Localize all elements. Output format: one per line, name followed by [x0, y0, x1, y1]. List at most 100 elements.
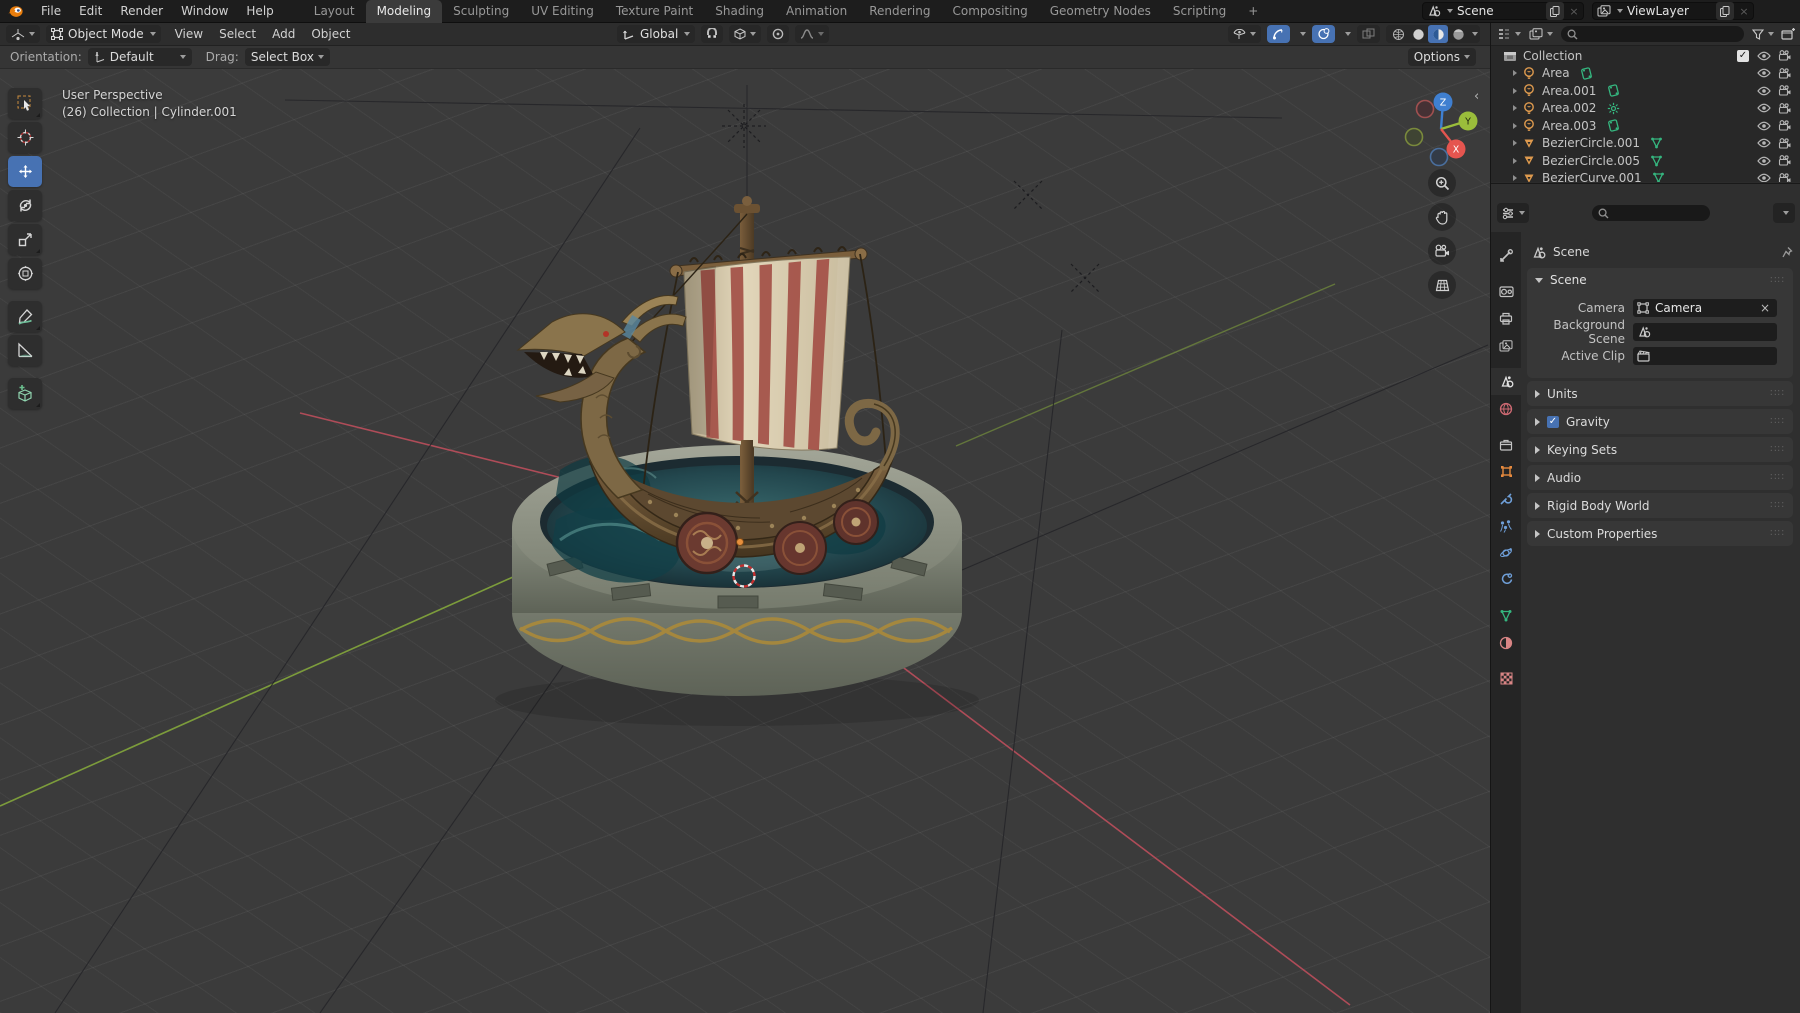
tool-annotate[interactable] [8, 301, 42, 332]
hide-in-viewport-eye-icon[interactable] [1757, 86, 1771, 96]
outliner-row[interactable]: BezierCircle.005 ✓ [1491, 152, 1800, 170]
outliner-row[interactable]: Area ✓ [1491, 65, 1800, 83]
tool-cursor[interactable] [8, 122, 42, 153]
shading-solid-icon[interactable] [1408, 25, 1428, 43]
tab-render-properties[interactable] [1491, 278, 1521, 305]
navigation-gizmo[interactable]: Z Y X [1398, 92, 1486, 180]
camera-view-button[interactable] [1428, 237, 1456, 265]
object-visibility-dropdown[interactable] [1228, 25, 1261, 43]
workspace-tab[interactable]: Shading [704, 0, 775, 23]
expand-arrow-icon[interactable] [1513, 175, 1517, 181]
tab-material-properties[interactable] [1491, 629, 1521, 656]
tab-modifier-properties[interactable] [1491, 485, 1521, 512]
viewport-menu-item[interactable]: View [167, 24, 211, 44]
editor-type-outliner-button[interactable] [1497, 28, 1521, 40]
disable-in-render-camera-icon[interactable] [1778, 50, 1791, 61]
workspace-tab[interactable]: Layout [303, 0, 366, 23]
outliner-row[interactable]: BezierCircle.001 ✓ [1491, 135, 1800, 153]
collapsed-panel[interactable]: ✓ Audio ∷∷ [1527, 465, 1793, 490]
editor-type-properties-button[interactable] [1497, 203, 1529, 223]
property-field[interactable]: × [1633, 347, 1777, 365]
menu-item[interactable]: Edit [70, 1, 111, 21]
clear-button[interactable]: × [1757, 301, 1773, 315]
hide-in-viewport-eye-icon[interactable] [1757, 51, 1771, 61]
expand-arrow-icon[interactable] [1513, 70, 1517, 76]
drag-handle[interactable]: ∷∷ [1770, 388, 1785, 399]
disable-in-render-camera-icon[interactable] [1778, 120, 1791, 131]
new-collection-button[interactable] [1781, 28, 1795, 41]
outliner-row[interactable]: BezierCurve.001 ✓ [1491, 170, 1800, 183]
menu-item[interactable]: Help [237, 1, 282, 21]
collapsed-panel[interactable]: ✓ Keying Sets ∷∷ [1527, 437, 1793, 462]
zoom-button[interactable] [1428, 169, 1456, 197]
menu-item[interactable]: Window [172, 1, 237, 21]
tool-move[interactable] [8, 156, 42, 187]
viewport-menu-item[interactable]: Add [264, 24, 303, 44]
tab-tool-properties[interactable] [1491, 242, 1521, 269]
tab-collection-properties[interactable] [1491, 431, 1521, 458]
tool-transform[interactable] [8, 258, 42, 289]
tool-add-cube[interactable] [8, 378, 42, 409]
drag-handle[interactable]: ∷∷ [1770, 444, 1785, 455]
hide-in-viewport-eye-icon[interactable] [1757, 173, 1771, 182]
expand-arrow-icon[interactable] [1513, 123, 1517, 129]
properties-options-dropdown[interactable] [1773, 203, 1795, 223]
overlays-toggle[interactable] [1312, 25, 1335, 43]
tab-world-properties[interactable] [1491, 395, 1521, 422]
hide-in-viewport-eye-icon[interactable] [1757, 138, 1771, 148]
drag-handle[interactable]: ∷∷ [1770, 500, 1785, 511]
editor-type-3d-viewport-button[interactable] [6, 25, 40, 43]
options-dropdown[interactable]: Options [1408, 48, 1476, 66]
gizmo-negative-y[interactable] [1406, 129, 1423, 146]
workspace-tab[interactable]: Modeling [366, 0, 443, 23]
gizmo-negative-z[interactable] [1431, 149, 1448, 166]
gizmo-negative-x[interactable] [1417, 101, 1434, 118]
outliner-row[interactable]: Collection ✓ [1491, 47, 1800, 65]
disable-in-render-camera-icon[interactable] [1778, 155, 1791, 166]
remove-viewlayer-button[interactable]: × [1735, 2, 1753, 20]
tool-measure[interactable] [8, 335, 42, 366]
tab-scene-properties[interactable] [1491, 368, 1521, 395]
shading-wireframe-icon[interactable] [1388, 25, 1408, 43]
scene-name[interactable]: Scene [1453, 4, 1545, 18]
property-field[interactable]: Camera × [1633, 299, 1777, 317]
tab-physics-properties[interactable] [1491, 539, 1521, 566]
pin-icon[interactable] [1781, 246, 1793, 259]
tool-scale[interactable] [8, 224, 42, 255]
workspace-tab[interactable]: UV Editing [520, 0, 605, 23]
viewport-menu-item[interactable]: Select [211, 24, 264, 44]
workspace-tab[interactable]: + [1237, 0, 1269, 23]
sidebar-collapse-arrow[interactable]: ‹ [1474, 89, 1479, 104]
tab-texture-properties[interactable] [1491, 665, 1521, 692]
pan-hand-button[interactable] [1428, 203, 1456, 231]
proportional-editing-icon[interactable] [767, 25, 789, 43]
menu-item[interactable]: File [32, 1, 70, 21]
tool-select-box[interactable] [8, 88, 42, 119]
panel-checkbox[interactable]: ✓ [1547, 416, 1559, 428]
disable-in-render-camera-icon[interactable] [1778, 85, 1791, 96]
property-field[interactable]: × [1633, 323, 1777, 341]
tab-output-properties[interactable] [1491, 305, 1521, 332]
collection-checkbox[interactable]: ✓ [1737, 50, 1749, 62]
drag-handle[interactable]: ∷∷ [1770, 275, 1785, 286]
workspace-tab[interactable]: Texture Paint [605, 0, 704, 23]
tool-rotate[interactable] [8, 190, 42, 221]
snap-magnet-icon[interactable] [701, 25, 723, 43]
tab-viewlayer-properties[interactable] [1491, 332, 1521, 359]
drag-handle[interactable]: ∷∷ [1770, 472, 1785, 483]
workspace-tab[interactable]: Sculpting [442, 0, 520, 23]
disable-in-render-camera-icon[interactable] [1778, 68, 1791, 79]
transform-orientation-dropdown[interactable]: Global [617, 25, 695, 43]
hide-in-viewport-eye-icon[interactable] [1757, 68, 1771, 78]
outliner-display-mode-dropdown[interactable] [1529, 28, 1553, 40]
tab-constraint-properties[interactable] [1491, 566, 1521, 593]
scene-panel-header[interactable]: Scene ∷∷ [1527, 268, 1793, 292]
outliner-row[interactable]: Area.001 ✓ [1491, 82, 1800, 100]
workspace-tab[interactable]: Scripting [1162, 0, 1237, 23]
tab-object-data-properties[interactable] [1491, 602, 1521, 629]
proportional-falloff-dropdown[interactable] [795, 25, 829, 43]
hide-in-viewport-eye-icon[interactable] [1757, 103, 1771, 113]
expand-arrow-icon[interactable] [1513, 105, 1517, 111]
workspace-tab[interactable]: Rendering [858, 0, 941, 23]
snap-target-dropdown[interactable] [729, 25, 761, 43]
